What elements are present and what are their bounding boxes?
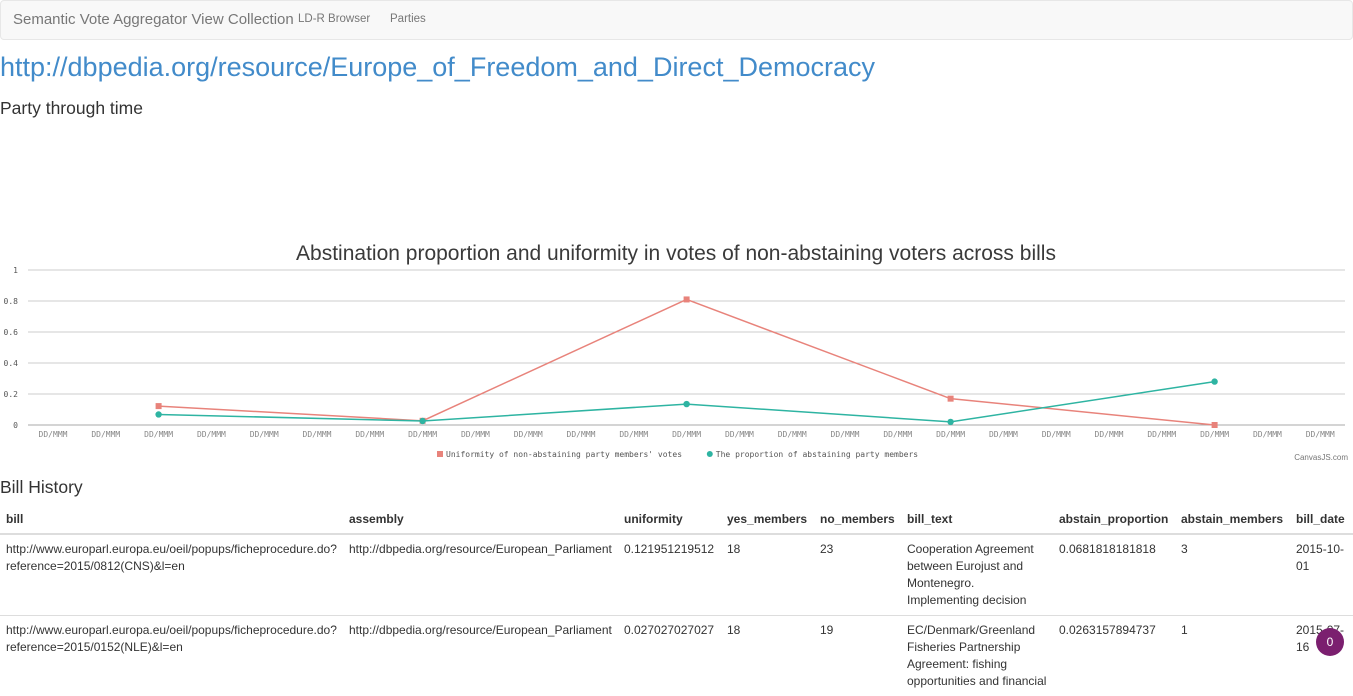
x-tick-label: DD/MMM [1253, 430, 1282, 439]
page-title[interactable]: http://dbpedia.org/resource/Europe_of_Fr… [0, 52, 875, 83]
table-cell-bill_text: Cooperation Agreement between Eurojust a… [901, 534, 1053, 616]
column-header-bill: bill [0, 507, 343, 534]
table-cell-bill_text: EC/Denmark/Greenland Fisheries Partnersh… [901, 616, 1053, 696]
y-tick-label: 0.2 [4, 390, 19, 399]
data-point [948, 396, 954, 402]
table-cell-abstain_proportion: 0.0681818181818 [1053, 534, 1175, 616]
table-cell-yes_members: 18 [721, 616, 814, 696]
chart-credit[interactable]: CanvasJS.com [1294, 453, 1348, 462]
section-heading-party: Party through time [0, 98, 143, 119]
navbar-brand[interactable]: Semantic Vote Aggregator View Collection [13, 11, 294, 28]
data-point [1211, 378, 1217, 384]
x-tick-label: DD/MMM [831, 430, 860, 439]
column-header-yes_members: yes_members [721, 507, 814, 534]
data-point [419, 418, 425, 424]
table-header-row: billassemblyuniformityyes_membersno_memb… [0, 507, 1353, 534]
chart-title: Abstination proportion and uniformity in… [296, 242, 1056, 265]
x-tick-label: DD/MMM [408, 430, 437, 439]
nav-link-parties[interactable]: Parties [390, 13, 426, 25]
table-cell-yes_members: 18 [721, 534, 814, 616]
legend-marker [707, 451, 713, 457]
x-tick-label: DD/MMM [355, 430, 384, 439]
bill-history-table: billassemblyuniformityyes_membersno_memb… [0, 507, 1353, 696]
x-tick-label: DD/MMM [1200, 430, 1229, 439]
nav-link-ldr-browser[interactable]: LD-R Browser [298, 13, 370, 25]
x-tick-label: DD/MMM [514, 430, 543, 439]
x-tick-label: DD/MMM [989, 430, 1018, 439]
line-chart: Abstination proportion and uniformity in… [0, 230, 1353, 470]
x-tick-label: DD/MMM [778, 430, 807, 439]
y-tick-label: 1 [13, 266, 18, 275]
data-point [1212, 422, 1218, 428]
column-header-abstain_members: abstain_members [1175, 507, 1290, 534]
x-tick-label: DD/MMM [250, 430, 279, 439]
x-tick-label: DD/MMM [461, 430, 490, 439]
table-cell-assembly: http://dbpedia.org/resource/European_Par… [343, 616, 618, 696]
x-tick-label: DD/MMM [883, 430, 912, 439]
legend-marker [437, 451, 443, 457]
table-cell-bill_date: 2015-10-01 [1290, 534, 1353, 616]
x-tick-label: DD/MMM [144, 430, 173, 439]
table-cell-no_members: 23 [814, 534, 901, 616]
legend-label: The proportion of abstaining party membe… [716, 450, 918, 459]
column-header-bill_date: bill_date [1290, 507, 1353, 534]
data-point [947, 419, 953, 425]
column-header-no_members: no_members [814, 507, 901, 534]
table-cell-uniformity: 0.027027027027 [618, 616, 721, 696]
data-point [684, 296, 690, 302]
table-cell-uniformity: 0.121951219512 [618, 534, 721, 616]
table-cell-bill: http://www.europarl.europa.eu/oeil/popup… [0, 616, 343, 696]
column-header-assembly: assembly [343, 507, 618, 534]
table-cell-abstain_members: 1 [1175, 616, 1290, 696]
x-tick-label: DD/MMM [672, 430, 701, 439]
table-cell-abstain_members: 3 [1175, 534, 1290, 616]
table-cell-abstain_proportion: 0.0263157894737 [1053, 616, 1175, 696]
column-header-uniformity: uniformity [618, 507, 721, 534]
column-header-abstain_proportion: abstain_proportion [1053, 507, 1175, 534]
navbar: Semantic Vote Aggregator View Collection… [0, 0, 1353, 40]
x-tick-label: DD/MMM [1042, 430, 1071, 439]
table-cell-no_members: 19 [814, 616, 901, 696]
table-cell-assembly: http://dbpedia.org/resource/European_Par… [343, 534, 618, 616]
y-tick-label: 0.8 [4, 297, 19, 306]
x-tick-label: DD/MMM [1147, 430, 1176, 439]
table-cell-bill: http://www.europarl.europa.eu/oeil/popup… [0, 534, 343, 616]
x-tick-label: DD/MMM [1306, 430, 1335, 439]
table-row: http://www.europarl.europa.eu/oeil/popup… [0, 534, 1353, 616]
x-tick-label: DD/MMM [197, 430, 226, 439]
x-tick-label: DD/MMM [936, 430, 965, 439]
legend-label: Uniformity of non-abstaining party membe… [446, 450, 682, 459]
y-tick-label: 0.4 [4, 359, 19, 368]
y-tick-label: 0.6 [4, 328, 19, 337]
data-point [683, 401, 689, 407]
x-tick-label: DD/MMM [1095, 430, 1124, 439]
x-tick-label: DD/MMM [725, 430, 754, 439]
y-tick-label: 0 [13, 421, 18, 430]
data-point [155, 411, 161, 417]
section-heading-bills: Bill History [0, 477, 83, 498]
notification-badge[interactable]: 0 [1316, 628, 1344, 656]
table-cell-bill_date: 2015-07-16 [1290, 616, 1353, 696]
x-tick-label: DD/MMM [39, 430, 68, 439]
x-tick-label: DD/MMM [303, 430, 332, 439]
x-tick-label: DD/MMM [619, 430, 648, 439]
column-header-bill_text: bill_text [901, 507, 1053, 534]
table-row: http://www.europarl.europa.eu/oeil/popup… [0, 616, 1353, 696]
data-point [156, 403, 162, 409]
x-tick-label: DD/MMM [91, 430, 120, 439]
x-tick-label: DD/MMM [567, 430, 596, 439]
